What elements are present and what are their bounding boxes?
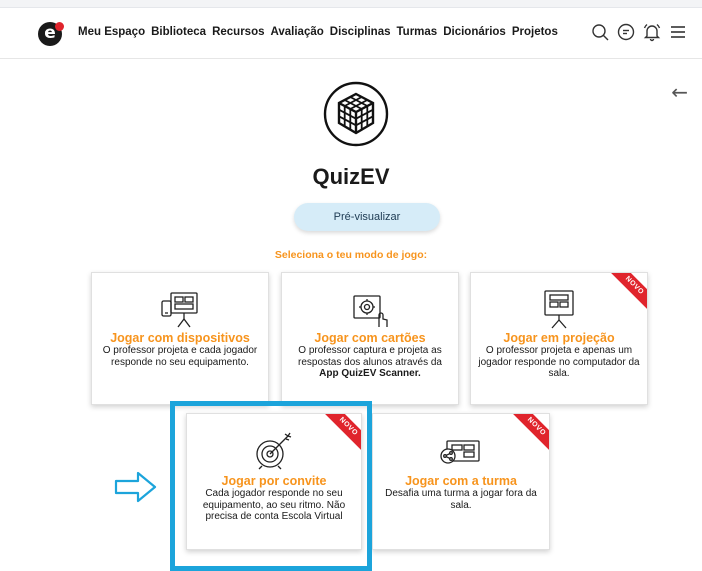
search-icon[interactable] bbox=[590, 22, 610, 42]
quizev-cube-icon bbox=[323, 81, 389, 147]
mode-title: Jogar com cartões bbox=[314, 331, 426, 345]
preview-button[interactable]: Pré-visualizar bbox=[294, 203, 440, 231]
mode-description-text: O professor captura e projeta as respost… bbox=[298, 345, 442, 368]
app-title: QuizEV bbox=[312, 164, 390, 189]
nav-meu-espaco[interactable]: Meu Espaço bbox=[78, 26, 145, 38]
nav-dicionarios[interactable]: Dicionários bbox=[443, 26, 506, 38]
devices-projection-icon bbox=[161, 292, 198, 328]
mode-description: O professor projeta e cada jogador respo… bbox=[102, 345, 258, 368]
new-badge: NOVO bbox=[509, 414, 549, 454]
header-actions bbox=[590, 22, 688, 42]
card-scanner-icon bbox=[353, 295, 388, 327]
menu-icon[interactable] bbox=[668, 22, 688, 42]
logo-dot bbox=[55, 22, 64, 31]
mode-prompt: Seleciona o teu modo de jogo: bbox=[274, 249, 428, 261]
bell-icon[interactable] bbox=[642, 22, 662, 42]
mode-description: O professor projeta e apenas um jogador … bbox=[478, 345, 640, 379]
chat-icon[interactable] bbox=[616, 22, 636, 42]
nav-avaliacao[interactable]: Avaliação bbox=[271, 26, 324, 38]
pointer-arrow-icon bbox=[114, 471, 157, 503]
mode-card-turma[interactable]: NOVO Jogar com a turma Desafia uma turma… bbox=[372, 413, 550, 550]
escola-virtual-logo[interactable]: e bbox=[38, 22, 64, 46]
new-badge: NOVO bbox=[607, 273, 647, 313]
nav-turmas[interactable]: Turmas bbox=[397, 26, 438, 38]
nav-disciplinas[interactable]: Disciplinas bbox=[330, 26, 391, 38]
mode-card-projecao[interactable]: NOVO Jogar em projeção O professor proje… bbox=[470, 272, 648, 405]
projection-screen-icon bbox=[544, 290, 574, 329]
mode-description: O professor captura e projeta as respost… bbox=[288, 345, 452, 380]
nav-biblioteca[interactable]: Biblioteca bbox=[151, 26, 206, 38]
back-arrow-icon[interactable]: ← bbox=[671, 80, 688, 104]
mode-title: Jogar com a turma bbox=[405, 474, 517, 488]
class-share-icon bbox=[440, 440, 480, 464]
mode-card-cartoes[interactable]: Jogar com cartões O professor captura e … bbox=[281, 272, 459, 405]
top-strip bbox=[0, 0, 702, 8]
nav-recursos[interactable]: Recursos bbox=[212, 26, 264, 38]
nav-projetos[interactable]: Projetos bbox=[512, 26, 558, 38]
highlight-frame bbox=[170, 401, 372, 571]
app-scanner-name: App QuizEV Scanner. bbox=[319, 368, 421, 379]
main-nav: Meu Espaço Biblioteca Recursos Avaliação… bbox=[78, 26, 558, 38]
mode-card-dispositivos[interactable]: Jogar com dispositivos O professor proje… bbox=[91, 272, 269, 405]
mode-description: Desafia uma turma a jogar fora da sala. bbox=[385, 488, 537, 511]
mode-title: Jogar com dispositivos bbox=[110, 331, 250, 345]
mode-title: Jogar em projeção bbox=[503, 331, 615, 345]
